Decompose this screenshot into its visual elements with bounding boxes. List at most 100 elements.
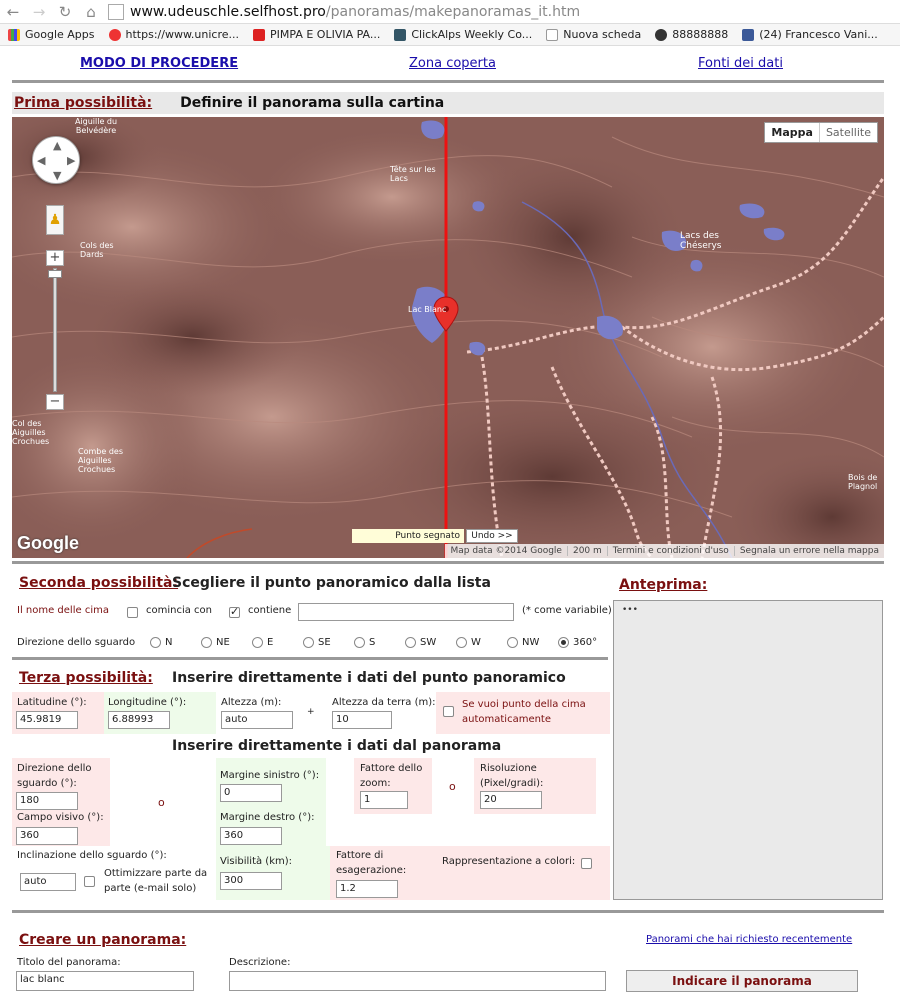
recent-panoramas-link[interactable]: Panorami che hai richiesto recentemente xyxy=(646,934,852,945)
zoom-in-button[interactable]: + xyxy=(46,250,64,266)
direction-radio-ne[interactable] xyxy=(201,637,212,648)
circle-icon xyxy=(655,28,668,41)
submit-panorama-button[interactable]: Indicare il panorama xyxy=(626,970,858,992)
bookmark-label: Google Apps xyxy=(25,28,95,41)
place-label-col-aiguilles: Col des Aiguilles Crochues xyxy=(12,419,50,446)
description-label: Descrizione: xyxy=(229,957,291,968)
or-separator: o xyxy=(158,796,165,809)
create-title: Creare un panorama: xyxy=(19,932,187,948)
latitude-input[interactable]: 45.9819 xyxy=(16,711,78,729)
section3-subtitle2: Inserire direttamente i dati dal panoram… xyxy=(172,738,502,754)
bookmark-pimpa[interactable]: PIMPA E OLIVIA PA... xyxy=(253,28,380,41)
contains-checkbox[interactable] xyxy=(229,605,240,618)
direction-label-e: E xyxy=(267,637,274,648)
cell-colors xyxy=(436,846,610,900)
direction-radio-360deg[interactable] xyxy=(558,637,569,648)
zoom-out-button[interactable]: − xyxy=(46,394,64,410)
place-label-cols-des-dards: Cols des Dards xyxy=(80,241,114,259)
color-render-checkbox[interactable] xyxy=(581,858,592,869)
altitude-input[interactable]: auto xyxy=(221,711,293,729)
contains-label: contiene xyxy=(248,605,292,616)
direction-radio-nw[interactable] xyxy=(507,637,518,648)
map-attribution: Map data ©2014 Google 200 m Termini e co… xyxy=(445,544,884,558)
undo-button[interactable]: Undo >> xyxy=(466,529,518,543)
divider xyxy=(12,657,608,660)
bookmark-icon xyxy=(394,28,407,41)
pan-up-icon[interactable]: ▲ xyxy=(53,139,61,152)
bookmark-facebook[interactable]: (24) Francesco Vani... xyxy=(742,28,878,41)
page-icon xyxy=(108,3,124,20)
terrain-background xyxy=(12,117,884,558)
pan-right-icon[interactable]: ▶ xyxy=(67,154,75,167)
peak-name-input[interactable] xyxy=(298,603,514,621)
url-field[interactable]: www.udeuschle.selfhost.pro/panoramas/mak… xyxy=(130,4,580,20)
view-direction-input[interactable]: 180 xyxy=(16,792,78,810)
pan-control[interactable]: ▲ ▼ ◀ ▶ xyxy=(32,136,80,184)
auto-peak-label: Se vuoi punto della cima automaticamente xyxy=(462,699,586,725)
terms-link[interactable]: Termini e condizioni d'uso xyxy=(606,546,734,556)
auto-peak-checkbox[interactable] xyxy=(443,706,454,717)
field-of-view-input[interactable]: 360 xyxy=(16,827,78,845)
zoom-slider-track[interactable] xyxy=(53,268,57,392)
link-modo-di-procedere[interactable]: MODO DI PROCEDERE xyxy=(80,56,238,71)
home-icon[interactable]: ⌂ xyxy=(78,3,104,21)
direction-radio-s[interactable] xyxy=(354,637,365,648)
bookmark-88888888[interactable]: 88888888 xyxy=(655,28,728,41)
zoom-slider-handle[interactable] xyxy=(48,270,62,278)
color-render-label: Rappresentazione a colori: xyxy=(442,856,576,867)
direction-radio-n[interactable] xyxy=(150,637,161,648)
direction-label-360deg: 360° xyxy=(573,637,598,648)
pan-left-icon[interactable]: ◀ xyxy=(37,154,45,167)
optimize-checkbox[interactable] xyxy=(84,876,95,887)
link-zona-coperta[interactable]: Zona coperta xyxy=(409,56,496,71)
direction-label: Direzione dello sguardo xyxy=(17,637,136,648)
back-icon[interactable]: ← xyxy=(0,3,26,21)
place-label-lac-blanc: Lac Blanc xyxy=(408,305,447,314)
bookmark-label: 88888888 xyxy=(672,28,729,41)
map-type-mappa-button[interactable]: Mappa xyxy=(765,123,820,142)
place-label-combe: Combe des Aiguilles Crochues xyxy=(78,447,123,474)
link-fonti-dei-dati[interactable]: Fonti dei dati xyxy=(698,56,783,71)
panorama-title-label: Titolo del panorama: xyxy=(17,957,121,968)
starts-with-checkbox[interactable] xyxy=(127,607,138,618)
direction-radio-w[interactable] xyxy=(456,637,467,648)
place-label-lacs-cheserys: Lacs des Chéserys xyxy=(680,231,722,251)
margin-right-input[interactable]: 360 xyxy=(220,827,282,845)
section3-title: Terza possibilità: xyxy=(19,670,153,686)
facebook-icon xyxy=(742,28,755,41)
description-input[interactable] xyxy=(229,971,606,991)
resolution-input[interactable]: 20 xyxy=(480,791,542,809)
bookmark-clickalps[interactable]: ClickAlps Weekly Co... xyxy=(394,28,532,41)
visibility-label: Visibilità (km): xyxy=(220,856,293,867)
bookmark-nuova-scheda[interactable]: Nuova scheda xyxy=(546,28,641,41)
ground-height-input[interactable]: 10 xyxy=(332,711,392,729)
panorama-title-input[interactable]: lac blanc xyxy=(16,971,194,991)
forward-icon[interactable]: → xyxy=(26,3,52,21)
direction-radio-se[interactable] xyxy=(303,637,314,648)
bookmark-unicredit[interactable]: https://www.unicre... xyxy=(108,28,239,41)
section1-header: Prima possibilità: Definire il panorama … xyxy=(12,92,884,114)
direction-radio-sw[interactable] xyxy=(405,637,416,648)
inclination-input[interactable]: auto xyxy=(20,873,76,891)
divider xyxy=(12,561,884,564)
divider xyxy=(12,80,884,83)
pegman-icon[interactable]: ♟ xyxy=(46,205,64,235)
report-error-link[interactable]: Segnala un errore nella mappa xyxy=(733,546,884,556)
loading-icon: ••• xyxy=(622,605,638,615)
direction-radio-e[interactable] xyxy=(252,637,263,648)
optimize-label: Ottimizzare parte da parte (e-mail solo) xyxy=(104,868,208,894)
top-navigation: MODO DI PROCEDERE Zona coperta Fonti dei… xyxy=(12,54,884,78)
longitude-input[interactable]: 6.88993 xyxy=(108,711,170,729)
direction-label-ne: NE xyxy=(216,637,230,648)
place-label-aiguille: Aiguille du Belvédère xyxy=(74,117,118,135)
map-type-satellite-button[interactable]: Satellite xyxy=(820,123,877,142)
bookmark-google-apps[interactable]: Google Apps xyxy=(8,28,95,41)
margin-left-input[interactable]: 0 xyxy=(220,784,282,802)
url-host: www.udeuschle.selfhost.pro xyxy=(130,3,326,20)
reload-icon[interactable]: ↻ xyxy=(52,3,78,21)
zoom-factor-input[interactable]: 1 xyxy=(360,791,408,809)
visibility-input[interactable]: 300 xyxy=(220,872,282,890)
exaggeration-input[interactable]: 1.2 xyxy=(336,880,398,898)
pan-down-icon[interactable]: ▼ xyxy=(53,169,61,182)
map-canvas[interactable]: Aiguille du Belvédère Tête sur les Lacs … xyxy=(12,117,884,558)
